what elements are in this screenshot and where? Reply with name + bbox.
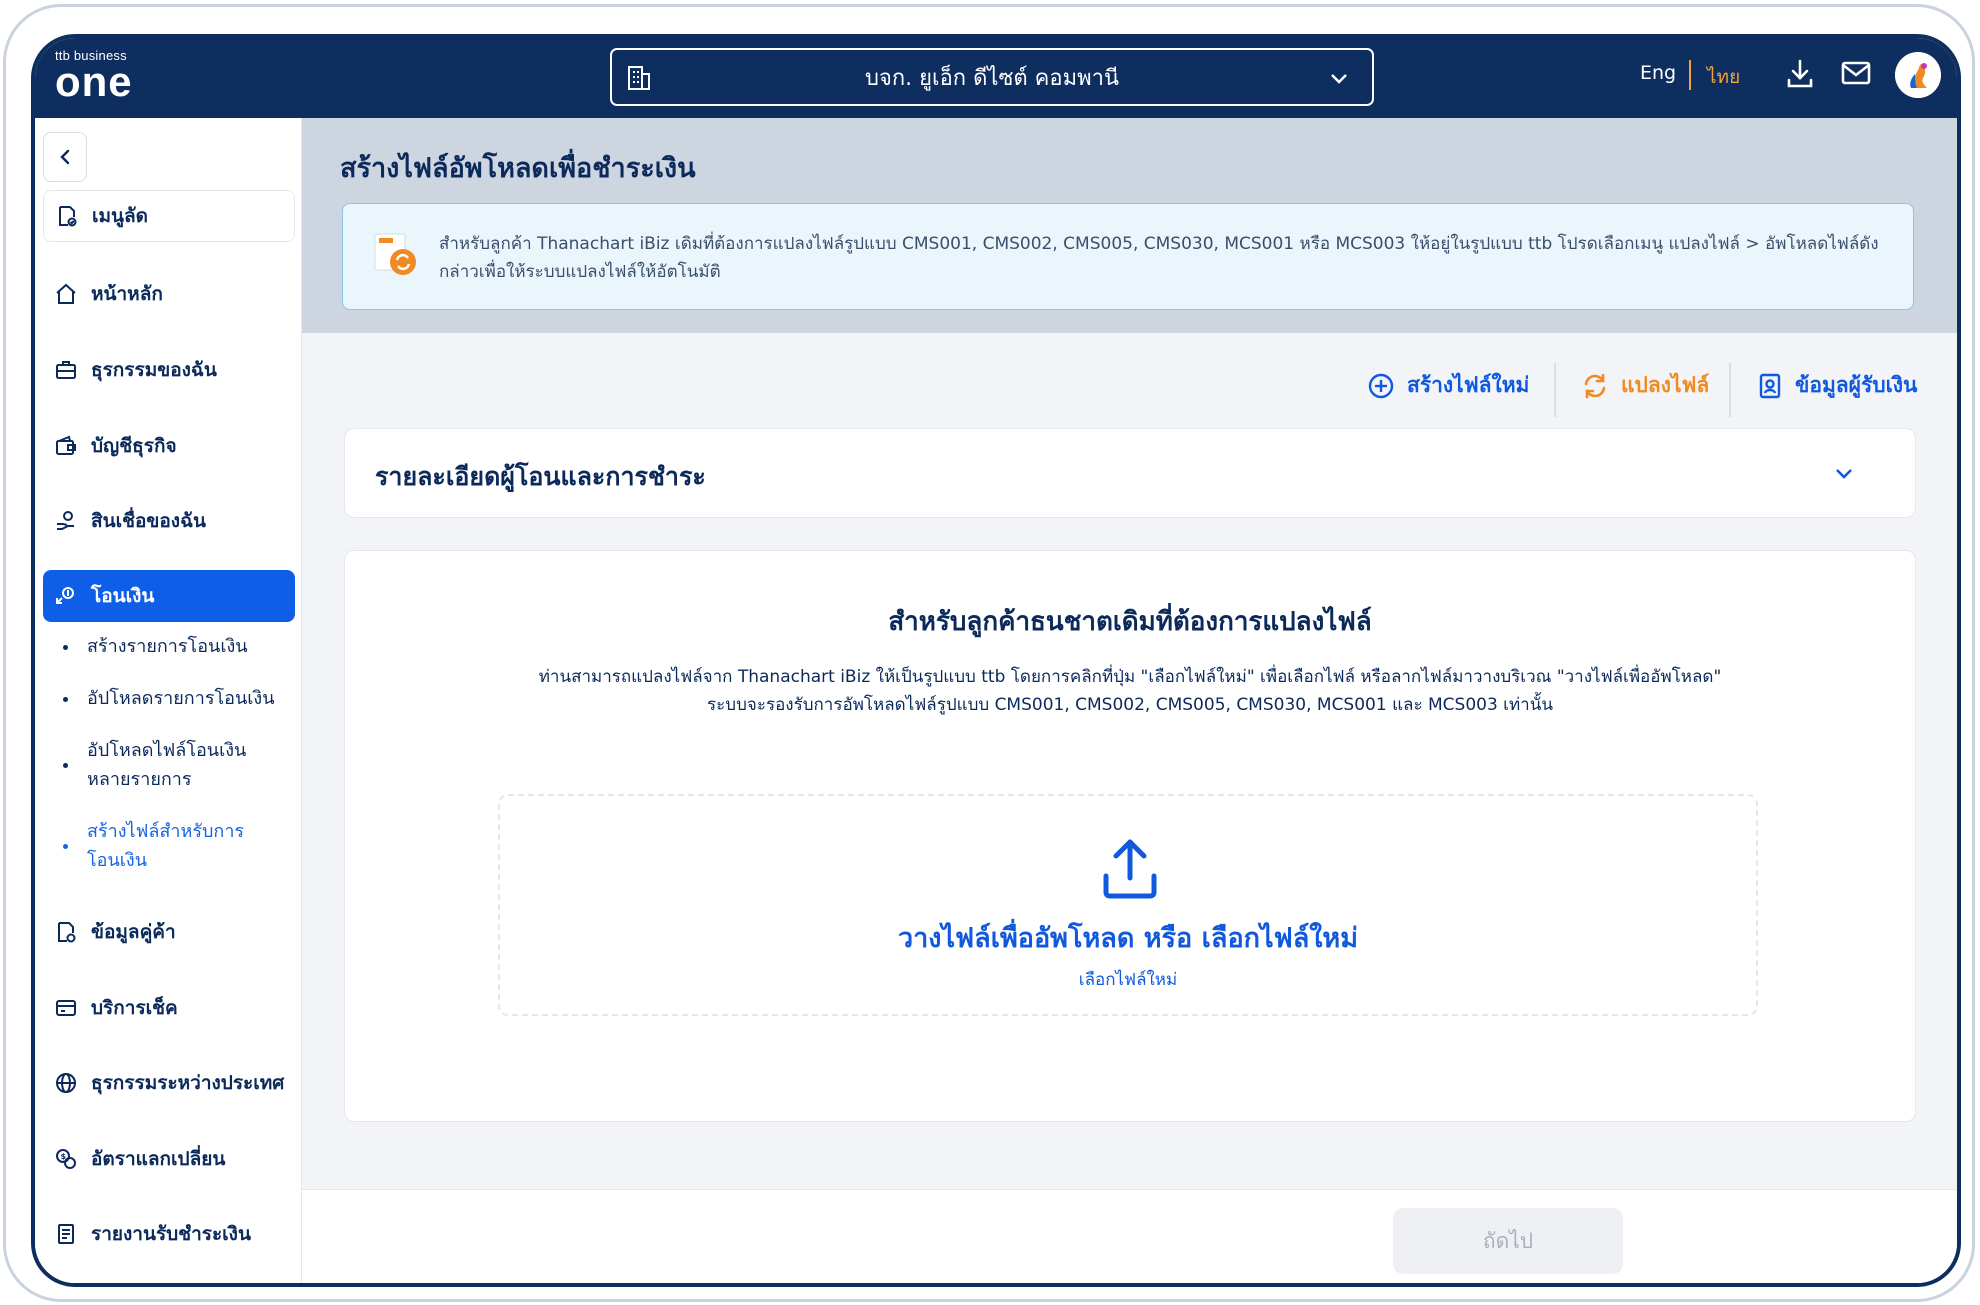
globe-icon <box>53 1070 79 1096</box>
create-file-button[interactable]: สร้างไฟล์ใหม่ <box>1367 369 1529 402</box>
sidebar-item-cheque[interactable]: บริการเช็ค <box>43 982 295 1034</box>
shortcut-icon <box>54 203 80 229</box>
ttb-logo[interactable]: ttb business one <box>55 48 133 105</box>
sidebar-item-label: โอนเงิน <box>91 585 155 607</box>
exchange-icon: $ <box>53 1146 79 1172</box>
logo-big-text: one <box>55 58 133 105</box>
sidebar-item-label: บัญชีธุรกิจ <box>91 435 177 457</box>
sidebar-item-label: ธุรกรรมของฉัน <box>91 359 217 381</box>
sidebar: เมนูลัด หน้าหลัก ธุรกรรมของฉัน บัญชีธุรก… <box>35 118 302 1283</box>
footer-bar: ถัดไป <box>302 1189 1957 1283</box>
upload-card: สำหรับลูกค้าธนชาตเดิมที่ต้องการแปลงไฟล์ … <box>344 550 1916 1122</box>
sidebar-item-shortcut[interactable]: เมนูลัด <box>43 190 295 242</box>
building-icon <box>626 64 652 96</box>
page-header: สร้างไฟล์อัพโหลดเพื่อชำระเงิน สำหรับลูกค… <box>302 118 1957 333</box>
sidebar-subitem-create-transfer[interactable]: สร้างรายการโอนเงิน <box>43 632 295 661</box>
transfer-icon <box>53 583 79 609</box>
info-banner: สำหรับลูกค้า Thanachart iBiz เดิมที่ต้อง… <box>342 203 1914 310</box>
bullet <box>63 644 68 650</box>
action-divider <box>1554 363 1556 417</box>
chevron-down-icon[interactable] <box>1833 463 1855 489</box>
dropzone-text: วางไฟล์เพื่ออัพโหลด หรือ เลือกไฟล์ใหม่ <box>897 923 1359 954</box>
convert-file-icon <box>373 232 419 278</box>
report-icon <box>53 1221 79 1247</box>
briefcase-icon <box>53 357 79 383</box>
plus-circle-icon <box>1367 372 1395 400</box>
top-bar: ttb business one บจก. ยูเอ็ก ดีไซต์ คอมพ… <box>35 38 1957 118</box>
svg-text:$: $ <box>61 1152 67 1161</box>
upload-description: ท่านสามารถแปลงไฟล์จาก Thanachart iBiz ให… <box>345 663 1915 719</box>
sidebar-item-international[interactable]: ธุรกรรมระหว่างประเทศ <box>43 1057 295 1109</box>
sidebar-item-label: สินเชื่อของฉัน <box>91 510 206 532</box>
convert-file-button[interactable]: แปลงไฟล์ <box>1581 369 1709 402</box>
company-selector[interactable]: บจก. ยูเอ็ก ดีไซต์ คอมพานี <box>610 48 1374 106</box>
payee-info-label: ข้อมูลผู้รับเงิน <box>1795 373 1918 397</box>
sidebar-item-my-transactions[interactable]: ธุรกรรมของฉัน <box>43 344 295 396</box>
app-screen: ttb business one บจก. ยูเอ็ก ดีไซต์ คอมพ… <box>31 34 1961 1287</box>
next-button[interactable]: ถัดไป <box>1393 1208 1623 1274</box>
mail-icon[interactable] <box>1840 58 1872 92</box>
action-bar: สร้างไฟล์ใหม่ แปลงไฟล์ ข้อมูลผู้รับเงิน <box>302 333 1957 417</box>
sidebar-subitem-upload-bulk[interactable]: อัปโหลดไฟล์โอนเงินหลายรายการ <box>43 736 273 794</box>
chevron-left-icon <box>60 149 70 165</box>
sidebar-subitem-label: สร้างรายการโอนเงิน <box>87 636 248 657</box>
bullet <box>63 696 68 702</box>
info-text: สำหรับลูกค้า Thanachart iBiz เดิมที่ต้อง… <box>439 234 1879 282</box>
loan-icon <box>53 508 79 534</box>
sidebar-item-label: รายงานรับชำระเงิน <box>91 1223 251 1245</box>
sidebar-subitem-label: สร้างไฟล์สำหรับการโอนเงิน <box>87 821 245 871</box>
sidebar-item-label: บริการเช็ค <box>91 997 178 1019</box>
cheque-icon <box>53 995 79 1021</box>
upload-desc-line2: ระบบจะรองรับการอัพโหลดไฟล์รูปแบบ CMS001,… <box>707 695 1553 715</box>
sidebar-item-partner-info[interactable]: ข้อมูลคู่ค้า <box>43 906 295 958</box>
payee-info-button[interactable]: ข้อมูลผู้รับเงิน <box>1757 369 1917 402</box>
avatar[interactable] <box>1895 52 1941 98</box>
wallet-icon <box>53 433 79 459</box>
create-file-label: สร้างไฟล์ใหม่ <box>1407 373 1530 397</box>
upload-title: สำหรับลูกค้าธนชาตเดิมที่ต้องการแปลงไฟล์ <box>888 607 1372 637</box>
sidebar-item-label: หน้าหลัก <box>91 283 163 305</box>
sidebar-item-label: ข้อมูลคู่ค้า <box>91 921 176 943</box>
chevron-down-icon <box>1328 68 1350 94</box>
sidebar-item-exchange-rate[interactable]: $ อัตราแลกเปลี่ยน <box>43 1133 295 1185</box>
collapse-sidebar-button[interactable] <box>43 132 87 182</box>
contact-card-icon <box>1757 372 1783 400</box>
sidebar-item-my-loans[interactable]: สินเชื่อของฉัน <box>43 495 295 547</box>
lang-divider <box>1689 60 1691 90</box>
refresh-icon <box>1581 372 1609 400</box>
upload-desc-line1: ท่านสามารถแปลงไฟล์จาก Thanachart iBiz ให… <box>538 667 1722 687</box>
bullet <box>63 844 68 849</box>
sidebar-item-label: อัตราแลกเปลี่ยน <box>91 1148 226 1170</box>
lang-thai-button[interactable]: ไทย <box>1707 62 1740 92</box>
page-title: สร้างไฟล์อัพโหลดเพื่อชำระเงิน <box>340 153 696 184</box>
sidebar-subitem-label: อัปโหลดไฟล์โอนเงินหลายรายการ <box>87 740 247 790</box>
bullet <box>63 763 68 768</box>
device-frame: ttb business one บจก. ยูเอ็ก ดีไซต์ คอมพ… <box>3 4 1975 1302</box>
partner-icon <box>53 919 79 945</box>
action-divider <box>1729 363 1731 417</box>
lang-eng-button[interactable]: Eng <box>1640 62 1676 84</box>
accordion-title: รายละเอียดผู้โอนและการชำระ <box>375 462 706 491</box>
sidebar-item-label: เมนูลัด <box>92 205 148 227</box>
sidebar-item-label: ธุรกรรมระหว่างประเทศ <box>91 1072 285 1094</box>
sidebar-item-transfer[interactable]: โอนเงิน <box>43 570 295 622</box>
sidebar-item-business-account[interactable]: บัญชีธุรกิจ <box>43 420 295 472</box>
sidebar-item-payment-report[interactable]: รายงานรับชำระเงิน <box>43 1208 295 1260</box>
sidebar-subitem-upload-transfer[interactable]: อัปโหลดรายการโอนเงิน <box>43 684 295 713</box>
sidebar-subitem-label: อัปโหลดรายการโอนเงิน <box>87 688 275 709</box>
file-dropzone[interactable]: วางไฟล์เพื่ออัพโหลด หรือ เลือกไฟล์ใหม่ เ… <box>498 794 1758 1016</box>
sidebar-subitem-create-file[interactable]: สร้างไฟล์สำหรับการโอนเงิน <box>43 817 273 875</box>
home-icon <box>53 281 79 307</box>
payer-details-accordion[interactable]: รายละเอียดผู้โอนและการชำระ <box>344 428 1916 518</box>
select-file-link[interactable]: เลือกไฟล์ใหม่ <box>500 966 1756 993</box>
convert-file-label: แปลงไฟล์ <box>1621 373 1710 397</box>
download-icon[interactable] <box>1785 58 1815 94</box>
company-name: บจก. ยูเอ็ก ดีไซต์ คอมพานี <box>865 65 1119 91</box>
sidebar-item-home[interactable]: หน้าหลัก <box>43 268 295 320</box>
upload-icon <box>1098 836 1162 906</box>
